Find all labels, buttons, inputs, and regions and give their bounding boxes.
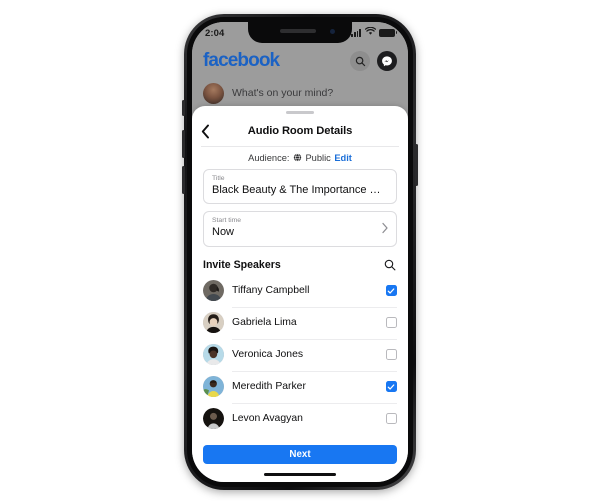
status-bar-icons bbox=[351, 26, 398, 39]
title-field-label: Title bbox=[212, 174, 225, 182]
speaker-checkbox[interactable] bbox=[385, 348, 397, 361]
sheet-drag-handle[interactable] bbox=[286, 111, 314, 114]
wifi-icon bbox=[364, 26, 376, 39]
list-item[interactable]: Gabriela Lima bbox=[203, 306, 397, 339]
start-time-field-label: Start time bbox=[212, 217, 242, 225]
globe-icon bbox=[293, 153, 302, 162]
facebook-logo: facebook bbox=[203, 50, 280, 71]
speaker-name: Levon Avagyan bbox=[232, 413, 303, 425]
facebook-composer[interactable]: What's on your mind? bbox=[192, 78, 408, 108]
earpiece-speaker bbox=[280, 29, 316, 33]
facebook-header-actions bbox=[350, 51, 397, 71]
speaker-checkbox[interactable] bbox=[385, 412, 397, 425]
power-button[interactable] bbox=[415, 144, 418, 186]
silent-switch[interactable] bbox=[182, 100, 185, 116]
title-field-value: Black Beauty & The Importance of Self-..… bbox=[212, 183, 388, 196]
phone-frame: 2:04 facebook What's on your mind? Audio… bbox=[182, 14, 418, 490]
chevron-left-icon[interactable] bbox=[201, 121, 218, 141]
battery-icon bbox=[379, 29, 398, 37]
title-field[interactable]: Title Black Beauty & The Importance of S… bbox=[203, 168, 397, 205]
search-icon[interactable] bbox=[383, 258, 397, 272]
volume-up-button[interactable] bbox=[182, 130, 185, 158]
audience-label: Audience: bbox=[248, 152, 290, 163]
search-icon[interactable] bbox=[350, 51, 370, 71]
avatar bbox=[203, 82, 224, 104]
start-time-field-value: Now bbox=[212, 226, 235, 239]
avatar bbox=[203, 408, 224, 430]
home-indicator[interactable] bbox=[264, 473, 336, 476]
speaker-checkbox[interactable] bbox=[385, 284, 397, 297]
speaker-list: Tiffany Campbell Gabriela Lima Veronica … bbox=[203, 275, 397, 441]
avatar bbox=[203, 312, 224, 334]
status-bar-time: 2:04 bbox=[205, 27, 225, 39]
volume-down-button[interactable] bbox=[182, 166, 185, 194]
avatar bbox=[203, 376, 224, 398]
speaker-name: Meredith Parker bbox=[232, 381, 306, 393]
audience-value: Public bbox=[305, 152, 331, 163]
notch bbox=[248, 22, 352, 43]
start-time-field[interactable]: Start time Now bbox=[203, 211, 397, 247]
list-item[interactable]: Levon Avagyan bbox=[203, 402, 397, 435]
speaker-name: Gabriela Lima bbox=[232, 317, 297, 329]
cellular-signal-icon bbox=[351, 29, 361, 37]
speaker-checkbox[interactable] bbox=[385, 380, 397, 393]
list-item[interactable]: Meredith Parker bbox=[203, 370, 397, 403]
invite-speakers-title: Invite Speakers bbox=[203, 259, 281, 272]
audience-edit-button[interactable]: Edit bbox=[334, 153, 352, 163]
sheet-header: Audio Room Details bbox=[201, 117, 399, 147]
composer-placeholder: What's on your mind? bbox=[232, 87, 334, 99]
page-title: Audio Room Details bbox=[247, 125, 353, 138]
chevron-right-icon bbox=[382, 222, 388, 235]
next-button[interactable]: Next bbox=[203, 445, 397, 465]
messenger-icon[interactable] bbox=[377, 51, 397, 71]
speaker-name: Tiffany Campbell bbox=[232, 285, 310, 297]
audience-row: Audience: Public Edit bbox=[192, 147, 408, 169]
list-item[interactable]: Tiffany Campbell bbox=[203, 275, 397, 307]
list-item[interactable]: Veronica Jones bbox=[203, 338, 397, 371]
front-camera bbox=[330, 29, 335, 34]
avatar bbox=[203, 344, 224, 366]
audio-room-details-sheet: Audio Room Details Audience: Public Edit… bbox=[192, 106, 408, 482]
invite-speakers-header: Invite Speakers bbox=[203, 256, 397, 275]
phone-screen: 2:04 facebook What's on your mind? Audio… bbox=[192, 22, 408, 482]
speaker-name: Veronica Jones bbox=[232, 349, 304, 361]
avatar bbox=[203, 280, 224, 302]
speaker-checkbox[interactable] bbox=[385, 316, 397, 329]
facebook-header: facebook bbox=[192, 44, 408, 78]
